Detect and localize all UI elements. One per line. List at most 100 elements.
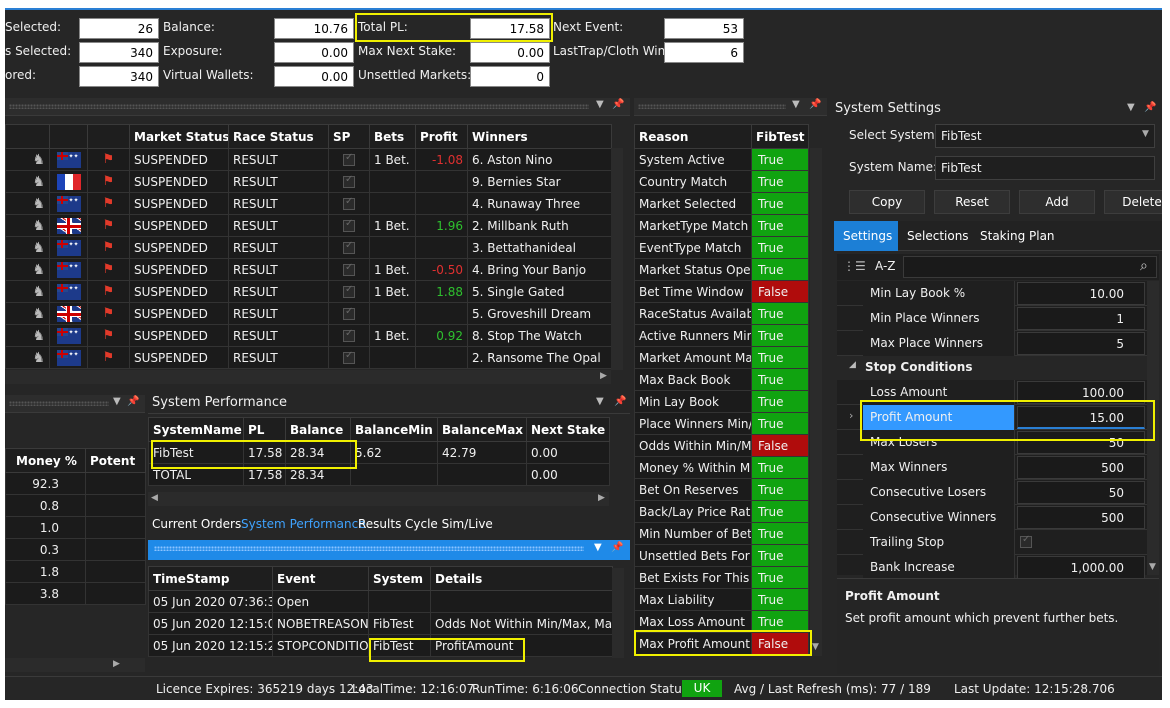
dropdown-icon[interactable]: ▼ [113, 396, 121, 407]
col-pl[interactable]: PL [243, 417, 286, 442]
sp-checkbox[interactable] [343, 262, 355, 276]
col-reason[interactable]: Reason [634, 124, 752, 149]
col-money-pct[interactable]: Money % [5, 448, 86, 473]
sp-checkbox[interactable] [343, 240, 355, 254]
col-profit[interactable]: Profit [415, 124, 468, 149]
reason-row[interactable]: Bet Time Window False [634, 280, 809, 303]
tab-settings[interactable]: Settings [843, 229, 892, 243]
property-value[interactable]: 50 [1017, 431, 1145, 454]
collapse-icon[interactable]: ◢ [849, 360, 856, 370]
reason-row[interactable]: MarketType Match True [634, 214, 809, 237]
categorized-icon[interactable]: ⋮☰ [843, 259, 866, 273]
col-system-name[interactable]: SystemName [148, 417, 244, 442]
money-row[interactable]: 92.3 [5, 472, 146, 495]
market-row[interactable]: ♞ ⚑ SUSPENDEDRESULT 4. Runaway Three [5, 192, 612, 215]
tab-staking-plan[interactable]: Staking Plan [980, 229, 1055, 243]
col-sp[interactable]: SP [328, 124, 370, 149]
col-next-stake[interactable]: Next Stake [526, 417, 610, 442]
market-row[interactable]: ♞ ⚑ SUSPENDEDRESULT 9. Bernies Star [5, 170, 612, 193]
col-event[interactable]: Event [272, 566, 369, 591]
reset-button[interactable]: Reset [934, 190, 1010, 214]
property-row[interactable]: Min Place Winners 1 [837, 306, 1147, 331]
property-value[interactable]: 500 [1017, 506, 1145, 529]
col-market-status[interactable]: Market Status [129, 124, 229, 149]
property-row[interactable]: Max Place Winners 5 [837, 331, 1147, 356]
dropdown-icon[interactable]: ▼ [596, 99, 604, 110]
col-potential[interactable]: Potent [85, 448, 146, 473]
reason-row[interactable]: Place Winners Min/M True [634, 412, 809, 435]
market-row[interactable]: ♞ ⚑ SUSPENDEDRESULT 2. Ransome The Opal [5, 346, 612, 369]
property-row[interactable]: Max Losers 50 [837, 430, 1147, 455]
property-row[interactable]: › Profit Amount 15.00 [837, 405, 1147, 430]
col-balance[interactable]: Balance [285, 417, 351, 442]
copy-button[interactable]: Copy [849, 190, 925, 214]
reason-row[interactable]: Max Profit Amount False [634, 632, 809, 655]
property-search-input[interactable]: ⌕ [903, 256, 1157, 278]
tab-results[interactable]: Results [358, 517, 401, 531]
col-timestamp[interactable]: TimeStamp [148, 566, 273, 591]
log-row[interactable]: 05 Jun 2020 12:15:28 STOPCONDITION FibTest… [148, 634, 613, 657]
dropdown-icon[interactable]: ▼ [596, 396, 604, 407]
market-row[interactable]: ♞ ⚑ SUSPENDEDRESULT 1 Bet.-1.086. Aston Nin… [5, 148, 612, 171]
money-row[interactable]: 0.3 [5, 538, 146, 561]
col-balance-min[interactable]: BalanceMin [350, 417, 438, 442]
reason-row[interactable]: RaceStatus AvailableTrue [634, 302, 809, 325]
reason-row[interactable]: Market Selected True [634, 192, 809, 215]
col-winners[interactable]: Winners [467, 124, 612, 149]
sp-checkbox[interactable] [343, 196, 355, 210]
col-balance-max[interactable]: BalanceMax [437, 417, 527, 442]
reason-row[interactable]: Max Back Book True [634, 368, 809, 391]
market-row[interactable]: ♞ ⚑ SUSPENDEDRESULT 5. Groveshill Dream [5, 302, 612, 325]
reason-row[interactable]: Min Number of Bets True [634, 522, 809, 545]
pin-icon[interactable]: 📌 [1144, 102, 1156, 113]
pin-icon[interactable]: 📌 [611, 542, 623, 553]
col-fibtest[interactable]: FibTest [751, 124, 809, 149]
pin-icon[interactable]: 📌 [809, 99, 821, 110]
sp-checkbox[interactable] [343, 328, 355, 342]
sp-checkbox[interactable] [343, 174, 355, 188]
market-row[interactable]: ♞ ⚑ SUSPENDEDRESULT 1 Bet.0.928. Stop The W… [5, 324, 612, 347]
property-value[interactable]: 10.00 [1017, 282, 1145, 305]
performance-row[interactable]: TOTAL 17.58 28.34 0.00 [148, 463, 610, 486]
stop-conditions-section[interactable]: ◢ Stop Conditions [837, 356, 1147, 380]
dropdown-icon[interactable]: ▼ [594, 542, 602, 553]
market-row[interactable]: ♞ ⚑ SUSPENDEDRESULT 1 Bet.1.962. Millbank R… [5, 214, 612, 237]
property-row[interactable]: Bank Increase 1,000.00 [837, 555, 1147, 580]
money-row[interactable]: 1.0 [5, 516, 146, 539]
reason-row[interactable]: Min Lay Book True [634, 390, 809, 413]
reason-row[interactable]: Bet On Reserves True [634, 478, 809, 501]
money-row[interactable]: 0.8 [5, 494, 146, 517]
property-row[interactable]: Loss Amount 100.00 [837, 380, 1147, 405]
property-value[interactable]: 5 [1017, 332, 1145, 355]
property-row[interactable]: Trailing Stop [837, 530, 1147, 555]
add-button[interactable]: Add [1019, 190, 1095, 214]
pin-icon[interactable]: 📌 [614, 396, 626, 407]
markets-vscroll[interactable] [611, 148, 623, 370]
select-system-dropdown[interactable]: FibTest ▼ [935, 124, 1155, 148]
reason-row[interactable]: Money % Within Min True [634, 456, 809, 479]
col-race-status[interactable]: Race Status [228, 124, 329, 149]
markets-hscroll[interactable]: ▶ [5, 370, 611, 384]
market-row[interactable]: ♞ ⚑ SUSPENDEDRESULT 3. Bettathanideal [5, 236, 612, 259]
col-system[interactable]: System [368, 566, 431, 591]
property-value[interactable] [1017, 531, 1145, 554]
reasons-vscroll[interactable]: ▼ [810, 148, 822, 656]
log-row[interactable]: 05 Jun 2020 12:15:00 NOBETREASONS FibTest O… [148, 612, 613, 635]
dropdown-icon[interactable]: ▼ [792, 99, 800, 110]
reason-row[interactable]: Unsettled Bets For SyTrue [634, 544, 809, 567]
market-row[interactable]: ♞ ⚑ SUSPENDEDRESULT 1 Bet.1.885. Single Gat… [5, 280, 612, 303]
log-vscroll[interactable] [612, 568, 624, 658]
property-vscroll[interactable]: ▼ [1147, 281, 1159, 575]
trailing-stop-checkbox[interactable] [1020, 534, 1032, 548]
reason-row[interactable]: Max Liability True [634, 588, 809, 611]
sp-checkbox[interactable] [343, 306, 355, 320]
scroll-right-icon[interactable]: ▶ [598, 493, 605, 503]
sort-az-button[interactable]: A-Z [875, 259, 896, 273]
performance-row[interactable]: FibTest 17.58 28.34 5.62 42.79 0.00 [148, 441, 610, 464]
reason-row[interactable]: Back/Lay Price Ratio True [634, 500, 809, 523]
scroll-down-icon[interactable]: ▼ [812, 642, 819, 652]
tab-cycle-sim-live[interactable]: Cycle Sim/Live [405, 517, 493, 531]
property-row[interactable]: Min Lay Book % 10.00 [837, 281, 1147, 306]
money-row[interactable]: 3.8 [5, 582, 146, 605]
scroll-left-icon[interactable]: ◀ [151, 493, 158, 503]
